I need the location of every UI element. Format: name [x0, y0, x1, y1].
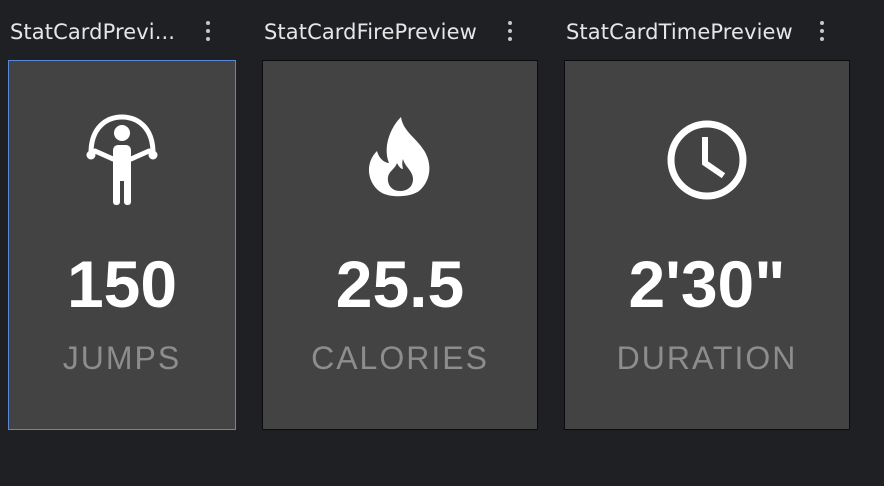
more-options-button[interactable]: [500, 16, 520, 46]
preview-header: StatCardTimePreview: [566, 14, 793, 50]
stat-card[interactable]: 2'30" DURATION: [564, 60, 850, 430]
preview-title: StatCardFirePreview: [264, 20, 477, 44]
stat-label: JUMPS: [62, 340, 182, 376]
fire-icon: [365, 115, 435, 204]
stat-card[interactable]: 150 JUMPS: [8, 60, 236, 430]
preview-header: StatCardFirePreview: [264, 14, 477, 50]
stat-card[interactable]: 25.5 CALORIES: [262, 60, 538, 430]
jump-rope-icon: [82, 113, 162, 214]
stat-value: 25.5: [335, 247, 465, 321]
preview-title: StatCardTimePreview: [566, 20, 793, 44]
preview-header: StatCardPrevi...: [10, 14, 175, 50]
stat-value: 150: [66, 247, 178, 321]
stat-value: 2'30": [628, 247, 786, 321]
more-vert-icon: [206, 21, 210, 41]
more-vert-icon: [820, 21, 824, 41]
stat-label: CALORIES: [311, 340, 489, 376]
stat-label: DURATION: [616, 340, 798, 376]
more-options-button[interactable]: [198, 16, 218, 46]
preview-title: StatCardPrevi...: [10, 20, 176, 44]
more-options-button[interactable]: [812, 16, 832, 46]
clock-icon: [665, 118, 749, 207]
preview-canvas: StatCardPrevi... 150 JUMPS StatCardFireP…: [0, 0, 884, 486]
more-vert-icon: [508, 21, 512, 41]
